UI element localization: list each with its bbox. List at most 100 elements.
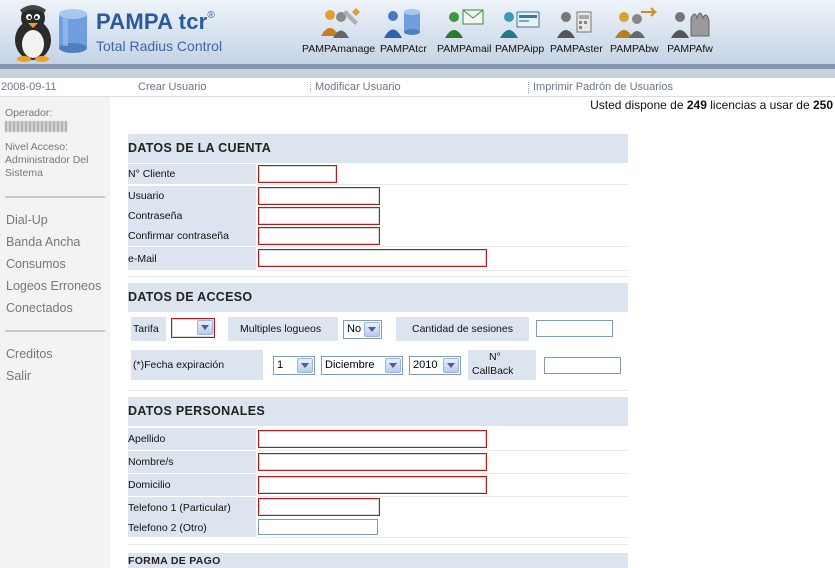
app-pampabw[interactable]: PAMPAbw [610,6,659,55]
operator-label: Operador: [5,107,53,119]
sidebar-item-logeos-erroneos[interactable]: Logeos Erroneos [6,279,101,293]
callback-label-2: CallBack [472,365,514,377]
form-row-nombre: Nombre/s [128,451,628,474]
chevron-down-icon [385,358,401,373]
expiration-label: (*)Fecha expiración [133,359,225,371]
form-row-email: e-Mail [128,247,628,271]
users-database-icon [384,9,421,38]
sessions-label: Cantidad de sesiones [412,323,513,335]
chevron-down-icon [443,358,459,373]
app-pampafw[interactable]: PAMPAfw [667,6,713,55]
field-label: Apellido [128,433,166,445]
section-personal-header: DATOS PERSONALES [128,397,628,426]
sidebar-item-dial-up[interactable]: Dial-Up [6,213,48,227]
chevron-down-icon [364,322,380,337]
nav-modify-user[interactable]: Modificar Usuario [315,81,401,93]
section-access-header: DATOS DE ACCESO [128,283,628,312]
form-row-password: Contraseña [128,206,628,227]
sidebar-divider [5,330,105,332]
domicilio-input[interactable] [258,476,487,494]
app-pampamail[interactable]: PAMPAmail [437,6,491,55]
app-pampamanage[interactable]: PAMPAmanage [302,6,375,55]
sidebar-item-conectados[interactable]: Conectados [6,301,73,315]
form-row-apellido: Apellido [128,428,628,451]
confirm-password-input[interactable] [258,227,380,245]
licenses-total: 250 [812,98,833,112]
app-header: PAMPA tcr® Total Radius Control PAMPAman… [0,0,835,64]
chevron-down-icon [297,358,313,373]
telefono2-input[interactable] [258,519,378,535]
app-pampatcr[interactable]: PAMPAtcr [380,6,427,55]
tarifa-label: Tarifa [133,323,159,335]
email-input[interactable] [258,249,487,267]
client-number-input[interactable] [258,165,337,183]
penguin-mascot-logo [15,5,51,62]
field-label: Contraseña [128,210,183,222]
operator-name-blurred [5,121,67,132]
brand-title: PAMPA tcr® [96,9,215,34]
expiration-year-select[interactable]: 2010 [409,356,461,375]
field-label: Usuario [128,190,165,202]
section-divider [128,390,628,391]
brand-subtitle: Total Radius Control [96,38,223,54]
nombre-input[interactable] [258,453,487,471]
chevron-down-icon [197,320,213,335]
field-label: e-Mail [128,253,157,265]
field-label: N° Cliente [128,168,176,180]
user-card-icon [499,11,540,38]
multi-login-select[interactable]: No [343,320,382,339]
user-phone-icon [557,11,592,38]
field-label: Telefono 1 (Particular) [128,502,231,514]
user-firewall-icon [671,12,710,38]
access-level-value: Administrador Del Sistema [5,154,89,179]
license-info: Usted dispone de 249 licencias a usar de… [590,98,833,112]
current-date: 2008-09-11 [1,81,57,93]
nav-print-roster[interactable]: Imprimir Padrón de Usuarios [533,81,673,93]
section-divider [128,276,628,277]
section-title: DATOS PERSONALES [128,404,265,418]
sidebar-item-banda-ancha[interactable]: Banda Ancha [6,235,80,249]
app-pampaipp[interactable]: PAMPAipp [495,6,544,55]
user-bandwidth-icon [615,7,658,38]
toolbar-nav: 2008-09-11 Crear Usuario Modificar Usuar… [0,78,835,97]
form-row-confirm-password: Confirmar contraseña [128,226,628,247]
access-level-label: Nivel Acceso: [5,141,69,153]
nav-separator [528,82,529,93]
section-title: DATOS DE ACCESO [128,290,253,304]
sidebar-item-consumos[interactable]: Consumos [6,257,66,271]
form-row-username: Usuario [128,186,628,207]
expiration-month-select[interactable]: Diciembre [321,356,403,375]
tarifa-select[interactable] [171,318,215,338]
username-input[interactable] [258,187,380,205]
telefono1-input[interactable] [258,498,380,516]
field-label: Domicilio [128,479,171,491]
form-row-telefono1: Telefono 1 (Particular) [128,497,628,518]
header-subbar [0,69,835,78]
licenses-available: 249 [686,98,707,112]
database-cylinder-logo [59,9,87,53]
sidebar-item-salir[interactable]: Salir [6,369,31,383]
form-row-client-number: N° Cliente [128,164,628,185]
sidebar-divider [5,196,105,198]
password-input[interactable] [258,207,380,225]
app-pampaster[interactable]: PAMPAster [550,6,603,55]
nav-create-user[interactable]: Crear Usuario [138,81,206,93]
sessions-input[interactable] [536,320,613,337]
field-label: Confirmar contraseña [128,230,229,242]
section-account-header: DATOS DE LA CUENTA [128,134,628,163]
apellido-input[interactable] [258,430,487,448]
users-tools-icon [320,8,360,38]
expiration-day-select[interactable]: 1 [273,356,315,375]
form-row-domicilio: Domicilio [128,474,628,497]
sidebar: Operador: Nivel Acceso: Administrador De… [0,97,110,568]
section-title: FORMA DE PAGO [128,555,221,567]
form-row-telefono2: Telefono 2 (Otro) [128,517,628,538]
section-payment-header: FORMA DE PAGO [128,553,628,568]
field-label: Nombre/s [128,456,174,468]
user-mail-icon [445,9,484,38]
callback-input[interactable] [544,357,621,374]
nav-separator [310,82,311,93]
section-title: DATOS DE LA CUENTA [128,141,272,155]
sidebar-item-creditos[interactable]: Creditos [6,347,53,361]
callback-label: N° [489,351,501,363]
